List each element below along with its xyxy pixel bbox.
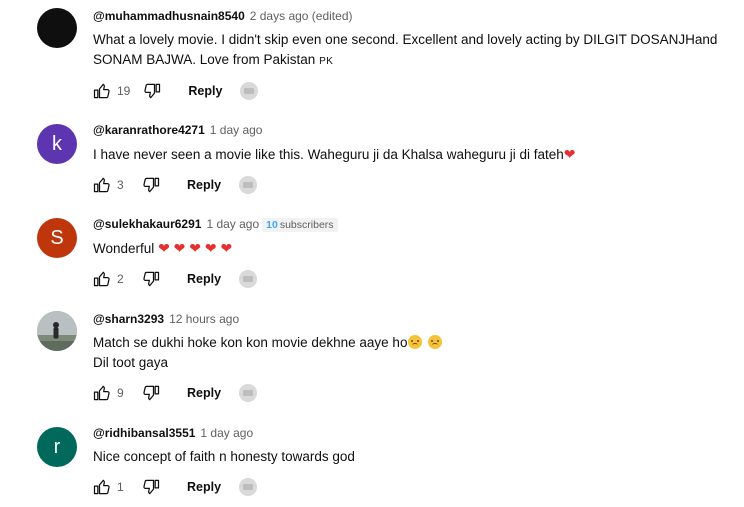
comment-time[interactable]: 1 day ago	[210, 123, 263, 137]
comment-author[interactable]: @ridhibansal3551	[93, 426, 195, 440]
creator-heart-icon	[239, 176, 258, 194]
like-button[interactable]	[90, 267, 114, 291]
comment-text-part: Match se dukhi hoke kon kon movie dekhne…	[93, 335, 408, 350]
subscriber-count: 10	[266, 219, 278, 231]
comment-meta: @muhammadhusnain8540 2 days ago (edited)	[93, 8, 734, 24]
comment-body: @karanrathore4271 1 day ago I have never …	[93, 122, 734, 165]
like-button[interactable]	[90, 381, 114, 405]
comment-text-line: Match se dukhi hoke kon kon movie dekhne…	[93, 333, 733, 353]
heart-emoji: ❤	[563, 146, 576, 162]
comment-time[interactable]: 2 days ago (edited)	[250, 9, 353, 23]
comment-meta: @ridhibansal3551 1 day ago	[93, 425, 734, 441]
thumbs-down-icon	[143, 479, 160, 495]
like-count: 19	[117, 84, 131, 98]
like-button[interactable]	[90, 475, 114, 499]
dislike-button[interactable]	[140, 79, 164, 103]
comment-meta: @karanrathore4271 1 day ago	[93, 122, 734, 138]
comment-meta: @sulekhakaur6291 1 day ago 10 subscribers	[93, 216, 734, 232]
subscriber-badge: 10 subscribers	[262, 218, 338, 232]
comment-text-line: I have never seen a movie like this. Wah…	[93, 147, 564, 162]
thumbs-down-icon	[143, 271, 160, 287]
heart-emoji: ❤ ❤ ❤ ❤ ❤	[158, 240, 233, 256]
avatar[interactable]: S	[37, 218, 77, 258]
creator-heart-icon	[239, 478, 258, 496]
dislike-button[interactable]	[139, 475, 163, 499]
comment-actions: 19 Reply	[90, 79, 259, 103]
like-count: 1	[117, 480, 124, 494]
avatar[interactable]: k	[37, 124, 77, 164]
like-button[interactable]	[90, 79, 114, 103]
dislike-button[interactable]	[139, 381, 163, 405]
comment-actions: 3 Reply	[90, 173, 258, 197]
thumbs-up-icon	[93, 271, 110, 287]
comment-text-line: Dil toot gaya	[93, 355, 169, 370]
thumbs-up-icon	[93, 479, 110, 495]
comment-author[interactable]: @muhammadhusnain8540	[93, 9, 245, 23]
thumbs-up-icon	[93, 385, 110, 401]
creator-heart-icon	[239, 384, 258, 402]
thumbs-down-icon	[144, 83, 161, 99]
comment-body: @muhammadhusnain8540 2 days ago (edited) …	[93, 8, 734, 72]
comment-body: @sulekhakaur6291 1 day ago 10 subscribers W…	[93, 216, 734, 259]
thumbs-down-icon	[143, 385, 160, 401]
comment-text-line: Wonderful	[93, 241, 155, 256]
comment-text-line: SONAM BAJWA. Love from Pakistan PK	[93, 50, 733, 72]
reply-button[interactable]: Reply	[187, 272, 221, 286]
reply-button[interactable]: Reply	[187, 178, 221, 192]
reply-button[interactable]: Reply	[187, 386, 221, 400]
comment-author[interactable]: @sharn3293	[93, 312, 164, 326]
like-count: 2	[117, 272, 124, 286]
flag-pk: PK	[319, 56, 334, 67]
comment-body: @sharn3293 12 hours ago Match se dukhi ho…	[93, 311, 734, 373]
like-count: 3	[117, 178, 124, 192]
comment-time[interactable]: 1 day ago	[206, 217, 259, 231]
sad-face-emoji	[428, 335, 443, 349]
like-button[interactable]	[90, 173, 114, 197]
comment-text: What a lovely movie. I didn't skip even …	[93, 30, 733, 72]
avatar[interactable]: r	[37, 427, 77, 467]
dislike-button[interactable]	[139, 267, 163, 291]
comment-text-line: What a lovely movie. I didn't skip even …	[93, 32, 718, 47]
reply-button[interactable]: Reply	[188, 84, 222, 98]
like-count: 9	[117, 386, 124, 400]
comment-text: I have never seen a movie like this. Wah…	[93, 144, 733, 165]
thumbs-down-icon	[143, 177, 160, 193]
comment-text: Nice concept of faith n honesty towards …	[93, 447, 733, 467]
avatar-photo	[37, 311, 77, 351]
comment-text-line: Nice concept of faith n honesty towards …	[93, 449, 355, 464]
comment-actions: 2 Reply	[90, 267, 258, 291]
creator-heart-icon	[240, 82, 259, 100]
comment-meta: @sharn3293 12 hours ago	[93, 311, 734, 327]
subscriber-label: subscribers	[279, 219, 334, 231]
comment-author[interactable]: @sulekhakaur6291	[93, 217, 201, 231]
thumbs-up-icon	[93, 83, 110, 99]
comment-text: Match se dukhi hoke kon kon movie dekhne…	[93, 333, 733, 373]
dislike-button[interactable]	[139, 173, 163, 197]
comment-text-part: SONAM BAJWA. Love from Pakistan	[93, 52, 316, 67]
comment-body: @ridhibansal3551 1 day ago Nice concept o…	[93, 425, 734, 467]
comment-time[interactable]: 12 hours ago	[169, 312, 239, 326]
sad-face-emoji	[408, 335, 423, 349]
comment-text: Wonderful ❤ ❤ ❤ ❤ ❤	[93, 238, 733, 259]
comment-author[interactable]: @karanrathore4271	[93, 123, 205, 137]
avatar[interactable]	[37, 8, 77, 48]
thumbs-up-icon	[93, 177, 110, 193]
comment-time[interactable]: 1 day ago	[200, 426, 253, 440]
avatar[interactable]	[37, 311, 77, 351]
reply-button[interactable]: Reply	[187, 480, 221, 494]
comment-actions: 1 Reply	[90, 475, 258, 499]
creator-heart-icon	[239, 270, 258, 288]
comment-actions: 9 Reply	[90, 381, 258, 405]
